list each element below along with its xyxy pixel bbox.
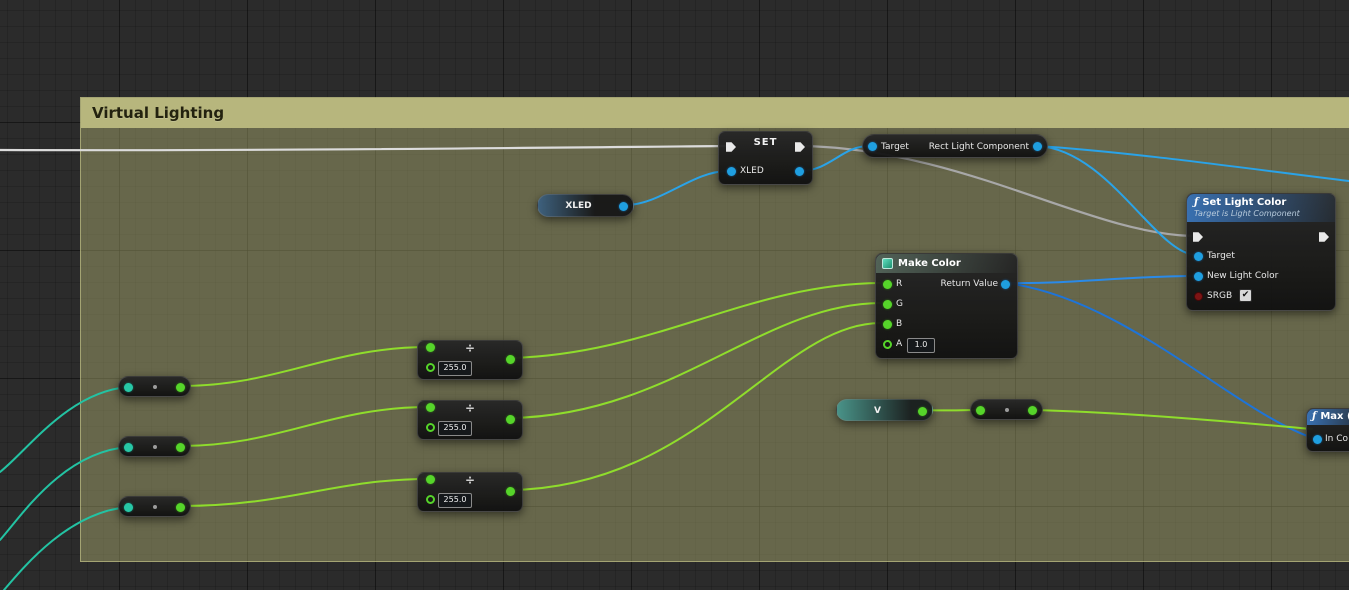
srgb-checkbox[interactable]: ✔ xyxy=(1239,289,1252,302)
convert-node-1[interactable] xyxy=(118,376,191,397)
set-light-color-subtitle: Target is Light Component xyxy=(1194,209,1328,219)
divide-icon: ÷ xyxy=(418,473,522,487)
xled-input-pin[interactable] xyxy=(727,167,736,176)
convert-dot-icon xyxy=(153,505,157,509)
target-input-label: Target xyxy=(1207,251,1235,262)
set-light-color-title: Set Light Color xyxy=(1202,197,1286,208)
rect-light-output-pin[interactable] xyxy=(1033,142,1042,151)
v-output-pin[interactable] xyxy=(918,407,927,416)
max-node-header[interactable]: ƒ Max ( xyxy=(1307,409,1349,425)
convert-output-pin[interactable] xyxy=(176,503,185,512)
b-label: B xyxy=(896,319,902,330)
convert-output-pin[interactable] xyxy=(176,443,185,452)
srgb-input-pin[interactable] xyxy=(1194,292,1203,301)
make-struct-icon xyxy=(882,258,893,269)
max-node-title: Max ( xyxy=(1320,411,1349,422)
make-color-title: Make Color xyxy=(898,258,961,269)
g-input-pin[interactable] xyxy=(883,300,892,309)
divide-node-3[interactable]: ÷ 255.0 xyxy=(417,472,523,512)
divide-output-pin[interactable] xyxy=(506,487,515,496)
exec-in-pin[interactable] xyxy=(1193,232,1203,242)
convert-node-3[interactable] xyxy=(118,496,191,517)
r-label: R xyxy=(896,279,902,290)
function-icon: ƒ xyxy=(1194,197,1198,208)
divide-output-pin[interactable] xyxy=(506,355,515,364)
target-input-pin[interactable] xyxy=(1194,252,1203,261)
max-input-label: In Co xyxy=(1325,434,1348,445)
comment-title: Virtual Lighting xyxy=(92,104,224,122)
convert-dot-icon xyxy=(1005,408,1009,412)
convert-output-pin[interactable] xyxy=(1028,406,1037,415)
set-xled-node[interactable]: SET XLED xyxy=(718,131,813,185)
srgb-label: SRGB xyxy=(1207,291,1232,302)
convert-node-4[interactable] xyxy=(970,399,1043,420)
divide-icon: ÷ xyxy=(418,401,522,415)
g-label: G xyxy=(896,299,903,310)
comment-header[interactable]: Virtual Lighting xyxy=(81,98,1349,128)
convert-input-pin[interactable] xyxy=(124,443,133,452)
new-light-color-input-pin[interactable] xyxy=(1194,272,1203,281)
convert-input-pin[interactable] xyxy=(976,406,985,415)
comment-box-virtual-lighting[interactable]: Virtual Lighting xyxy=(80,97,1349,562)
rect-light-output-label: Rect Light Component xyxy=(929,142,1029,153)
convert-input-pin[interactable] xyxy=(124,383,133,392)
xled-output-pin[interactable] xyxy=(795,167,804,176)
rect-light-component-node[interactable]: Target Rect Light Component xyxy=(862,134,1048,158)
b-input-pin[interactable] xyxy=(883,320,892,329)
divide-input-b-pin[interactable] xyxy=(426,363,435,372)
divide-node-1[interactable]: ÷ 255.0 xyxy=(417,340,523,380)
a-label: A xyxy=(896,339,902,350)
divide-input-b-pin[interactable] xyxy=(426,423,435,432)
exec-out-pin[interactable] xyxy=(1319,232,1329,242)
divide-icon: ÷ xyxy=(418,341,522,355)
return-value-label: Return Value xyxy=(941,279,998,290)
convert-input-pin[interactable] xyxy=(124,503,133,512)
max-node[interactable]: ƒ Max ( In Co xyxy=(1306,408,1349,452)
divide-b-value-field[interactable]: 255.0 xyxy=(438,361,472,376)
divide-input-b-pin[interactable] xyxy=(426,495,435,504)
xled-input-label: XLED xyxy=(740,166,764,177)
make-color-header[interactable]: Make Color xyxy=(876,254,1017,273)
return-value-pin[interactable] xyxy=(1001,280,1010,289)
make-color-node[interactable]: Make Color R G B A 1.0 Return Value xyxy=(875,253,1018,359)
divide-b-value-field[interactable]: 255.0 xyxy=(438,493,472,508)
max-input-pin[interactable] xyxy=(1313,435,1322,444)
rect-light-target-pin[interactable] xyxy=(868,142,877,151)
xled-get-output-pin[interactable] xyxy=(619,202,628,211)
a-input-pin[interactable] xyxy=(883,340,892,349)
divide-output-pin[interactable] xyxy=(506,415,515,424)
r-input-pin[interactable] xyxy=(883,280,892,289)
v-get-node[interactable]: V xyxy=(836,399,933,421)
convert-dot-icon xyxy=(153,445,157,449)
xled-get-node[interactable]: XLED xyxy=(537,194,634,217)
divide-b-value-field[interactable]: 255.0 xyxy=(438,421,472,436)
convert-node-2[interactable] xyxy=(118,436,191,457)
function-icon: ƒ xyxy=(1312,411,1316,422)
blueprint-graph-canvas[interactable]: Virtual Lighting SET xyxy=(0,0,1349,590)
xled-get-label: XLED xyxy=(538,201,619,211)
set-light-color-header[interactable]: ƒ Set Light Color Target is Light Compone… xyxy=(1187,194,1335,222)
new-light-color-label: New Light Color xyxy=(1207,271,1278,282)
v-get-label: V xyxy=(837,406,918,416)
divide-node-2[interactable]: ÷ 255.0 xyxy=(417,400,523,440)
convert-dot-icon xyxy=(153,385,157,389)
convert-output-pin[interactable] xyxy=(176,383,185,392)
rect-light-target-label: Target xyxy=(881,142,909,153)
a-value-field[interactable]: 1.0 xyxy=(907,338,935,353)
set-light-color-node[interactable]: ƒ Set Light Color Target is Light Compone… xyxy=(1186,193,1336,311)
